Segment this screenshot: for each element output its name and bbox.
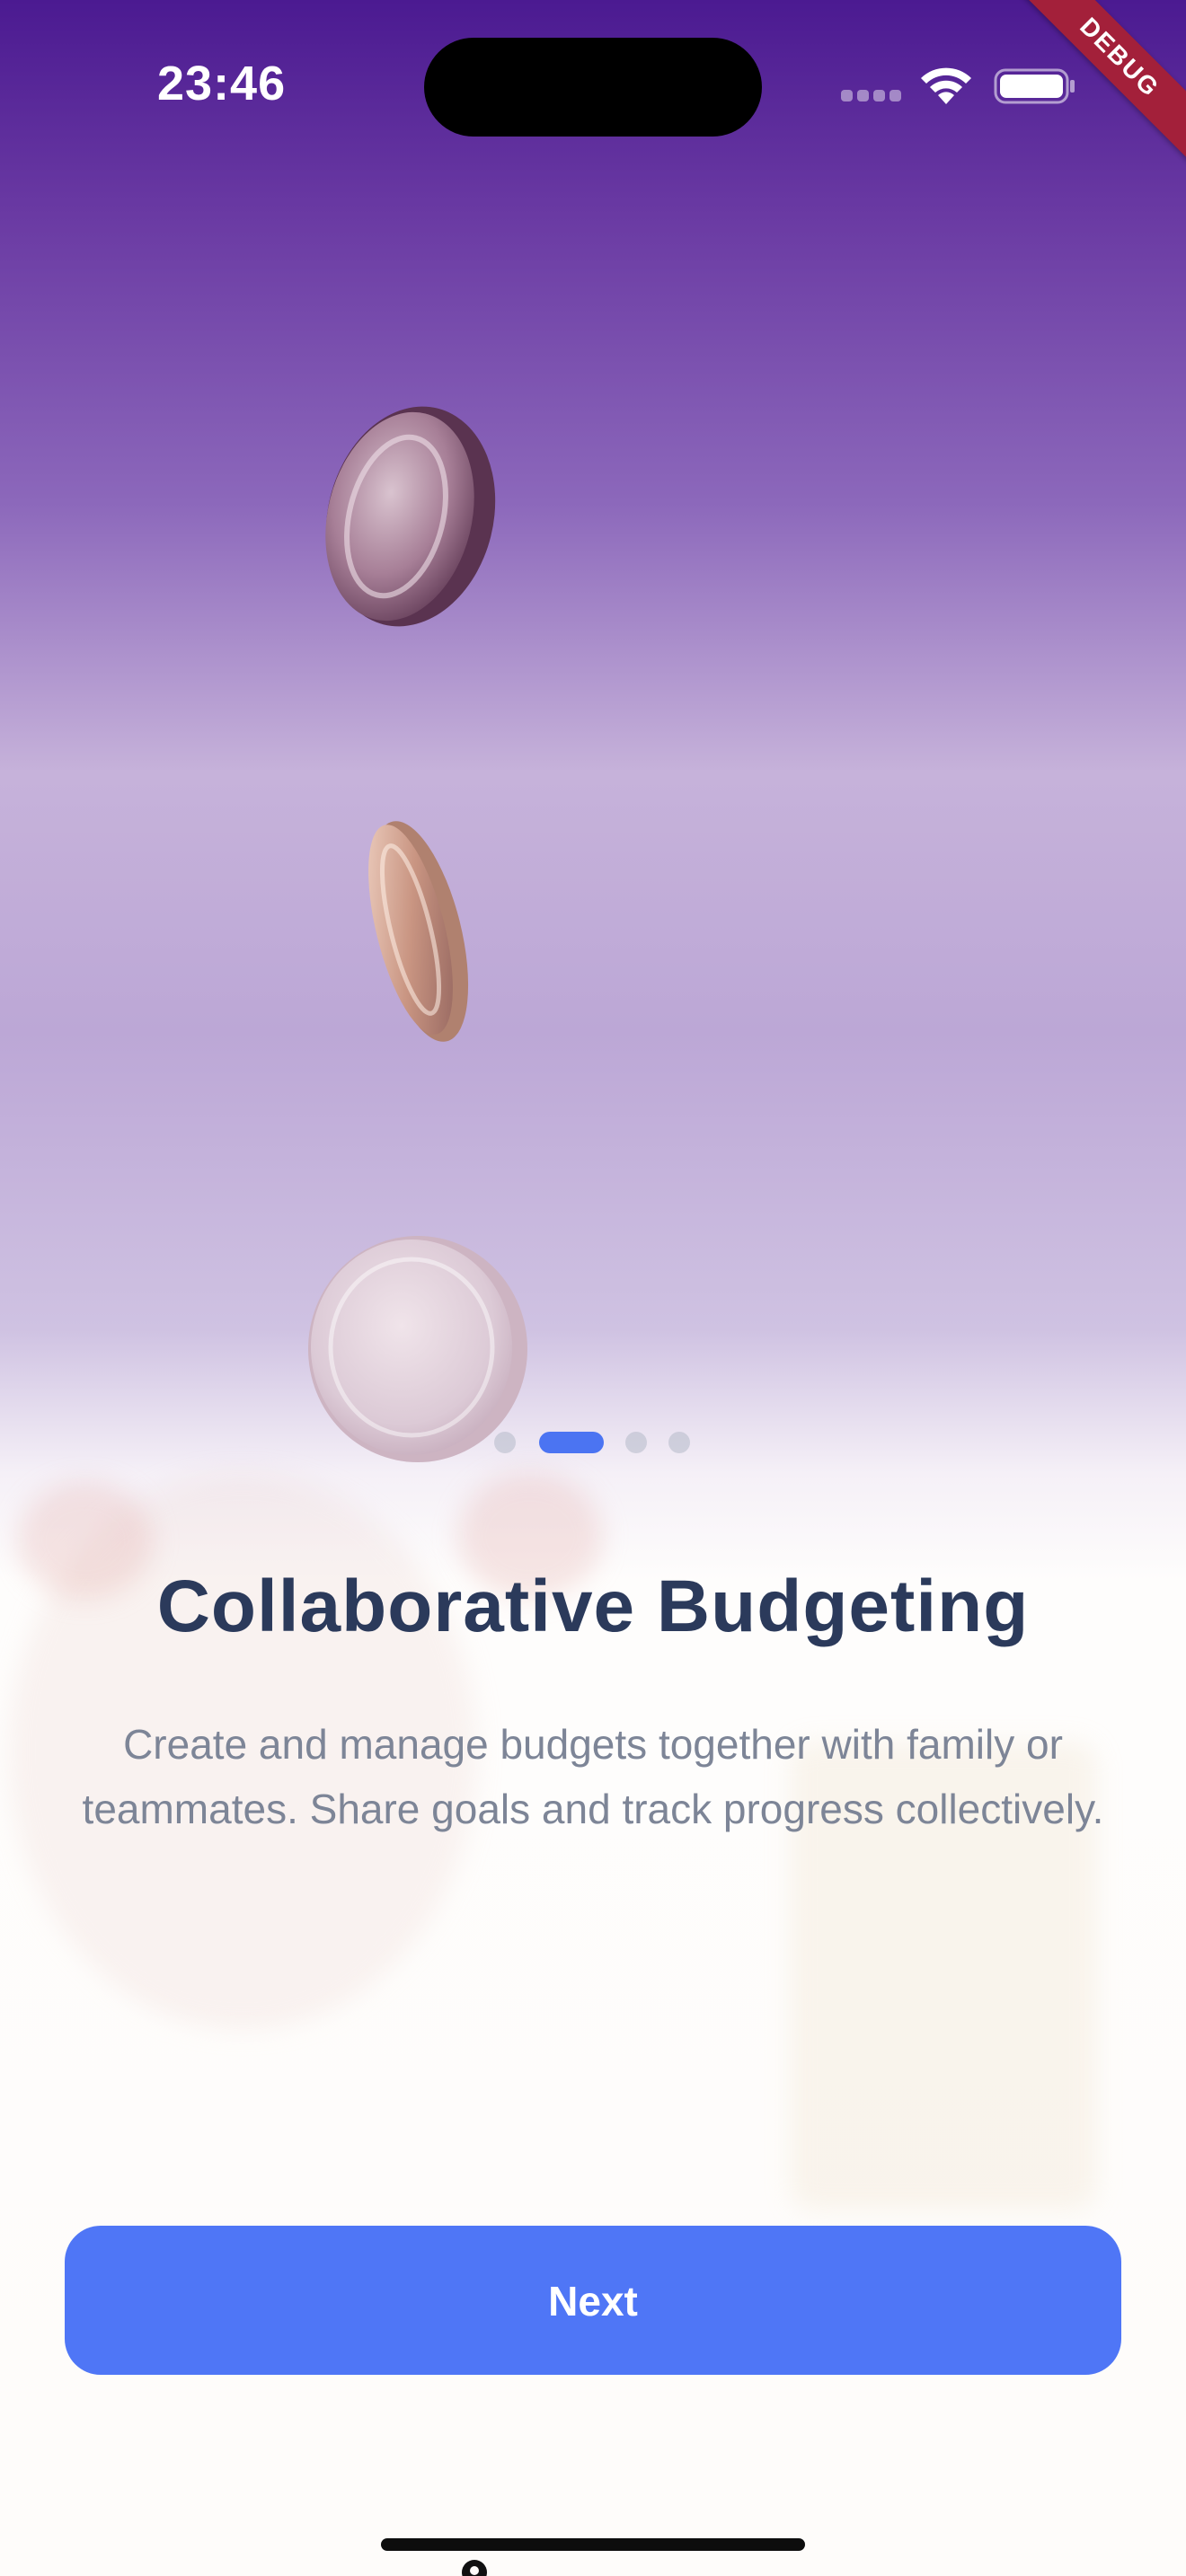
page-dot-3[interactable] bbox=[625, 1432, 647, 1453]
wifi-icon bbox=[921, 67, 971, 104]
status-bar: 23:46 bbox=[0, 0, 1186, 162]
coin-illustration-top bbox=[325, 406, 496, 627]
page-indicator bbox=[494, 1432, 694, 1453]
onboarding-description: Create and manage budgets together with … bbox=[82, 1721, 1104, 1832]
page-dot-2-active[interactable] bbox=[539, 1432, 604, 1453]
coin-illustration-middle bbox=[368, 821, 469, 1042]
next-button[interactable]: Next bbox=[65, 2226, 1121, 2375]
status-time: 23:46 bbox=[157, 57, 287, 110]
dynamic-island bbox=[424, 38, 762, 137]
page-dot-1[interactable] bbox=[494, 1432, 516, 1453]
location-pin-icon bbox=[462, 2560, 487, 2576]
cellular-signal-icon bbox=[841, 90, 902, 102]
home-indicator[interactable] bbox=[381, 2538, 805, 2551]
onboarding-screen: 23:46 DEBUG Collaborative Budgeting Crea… bbox=[0, 0, 1186, 2576]
page-dot-4[interactable] bbox=[668, 1432, 690, 1453]
onboarding-title: Collaborative Budgeting bbox=[156, 1566, 1030, 1647]
battery-icon bbox=[994, 68, 1075, 104]
